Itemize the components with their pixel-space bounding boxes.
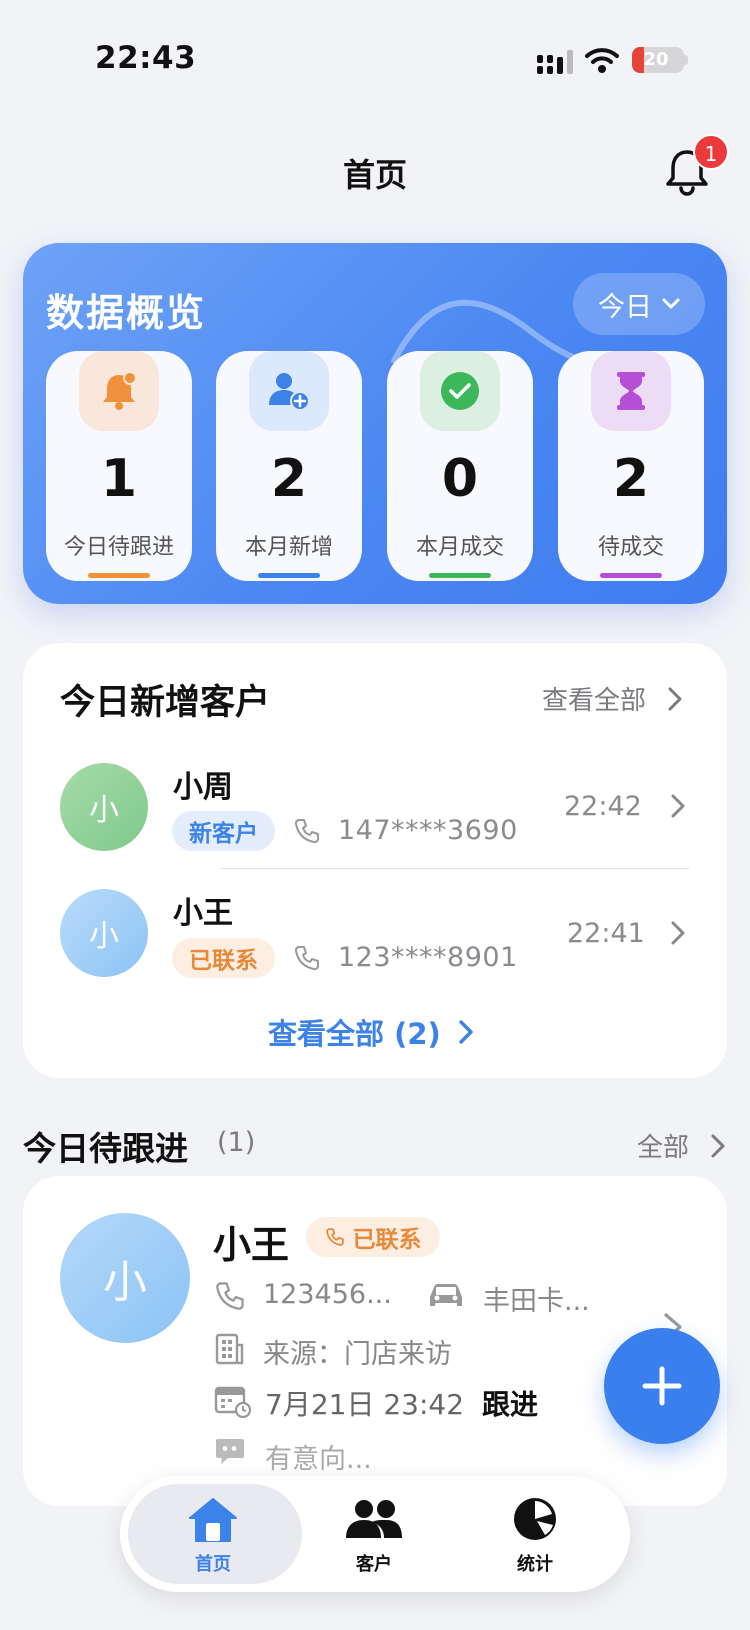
stat-card-month-new[interactable]: 2 本月新增 [216, 351, 362, 581]
status-badge: 新客户 [172, 811, 275, 851]
chevron-right-icon [668, 687, 682, 710]
users-icon [346, 1500, 402, 1538]
stat-label: 本月新增 [244, 535, 333, 560]
tab-statistics[interactable]: 统计 [475, 1494, 595, 1580]
stat-icon-bg [420, 351, 500, 431]
add-customer-fab[interactable] [604, 1328, 720, 1444]
view-all-label: 查看全部 (2) [268, 1017, 441, 1051]
pie-chart-icon [514, 1498, 556, 1540]
see-all-link[interactable]: 查看全部 [542, 680, 682, 717]
stat-card-pending-deal[interactable]: 2 待成交 [558, 351, 704, 581]
section-title: 今日新增客户 [60, 683, 271, 723]
follow-date: 7月21日 23:42 [265, 1388, 465, 1421]
phone-icon [325, 1228, 344, 1246]
overview-title: 数据概览 [46, 291, 207, 335]
view-all-customers-button[interactable]: 查看全部 (2) [268, 1011, 473, 1053]
follow-action-label[interactable]: 跟进 [482, 1383, 538, 1423]
status-badge: 已联系 [306, 1217, 440, 1257]
stat-card-today-follow[interactable]: 1 今日待跟进 [46, 351, 192, 581]
all-label: 全部 [637, 1133, 690, 1163]
date-range-value: 今日 [598, 291, 652, 323]
tab-label: 首页 [195, 1554, 231, 1575]
phone-icon [216, 1282, 244, 1310]
cellular-signal-icon [537, 50, 573, 74]
stat-icon-bg [591, 351, 671, 431]
stat-value: 2 [612, 449, 650, 509]
stat-accent-bar [429, 573, 491, 578]
see-all-label: 查看全部 [542, 686, 647, 716]
phone-icon [294, 819, 319, 844]
customer-name: 小王 [213, 1223, 290, 1267]
calendar-clock-icon [214, 1386, 252, 1418]
tab-label: 统计 [517, 1554, 553, 1575]
follow-up-count: (1) [217, 1127, 256, 1158]
hourglass-icon [617, 372, 645, 410]
notification-badge: 1 [693, 134, 729, 170]
status-time: 22:43 [95, 40, 197, 76]
tab-home[interactable]: 首页 [153, 1494, 273, 1580]
date-range-select[interactable]: 今日 [573, 273, 705, 335]
follow-up-all-link[interactable]: 全部 [637, 1127, 725, 1164]
customer-phone: 147****3690 [338, 815, 518, 846]
battery-indicator: 20 [632, 47, 688, 73]
row-divider [221, 868, 690, 869]
status-badge: 已联系 [172, 938, 275, 978]
chevron-right-icon [671, 921, 685, 945]
tab-label: 客户 [356, 1554, 392, 1575]
chevron-down-icon [662, 298, 680, 309]
building-icon [215, 1333, 244, 1365]
stat-value: 1 [100, 449, 138, 509]
stat-label: 今日待跟进 [63, 535, 174, 560]
phone-icon [294, 946, 319, 971]
customer-phone: 123****8901 [338, 942, 518, 973]
stat-label: 本月成交 [415, 535, 504, 560]
customer-name: 小周 [173, 770, 233, 805]
customer-car: 丰田卡... [483, 1286, 590, 1317]
avatar: 小 [60, 1213, 190, 1343]
stat-card-month-deal[interactable]: 0 本月成交 [387, 351, 533, 581]
chevron-right-icon [711, 1134, 725, 1157]
status-badge-label: 已联系 [352, 1227, 422, 1253]
avatar: 小 [60, 763, 148, 851]
stat-accent-bar [88, 573, 150, 578]
check-circle-icon [441, 372, 479, 410]
home-icon [189, 1498, 237, 1542]
wifi-icon [585, 48, 619, 73]
follow-note: 有意向... [265, 1444, 372, 1475]
chevron-right-icon [671, 794, 685, 818]
battery-level: 20 [643, 49, 669, 70]
plus-icon [642, 1366, 682, 1406]
comment-icon [216, 1439, 244, 1464]
customer-phone: 123456... [263, 1279, 392, 1310]
car-icon [430, 1284, 462, 1306]
chevron-right-icon [459, 1020, 473, 1044]
stat-accent-bar [600, 573, 662, 578]
stat-label: 待成交 [597, 535, 664, 560]
add-user-icon [269, 373, 310, 411]
customer-name: 小王 [173, 896, 233, 931]
follow-up-title: 今日待跟进 [23, 1129, 188, 1168]
customer-time: 22:41 [567, 918, 645, 949]
bell-icon [103, 371, 137, 410]
stat-icon-bg [249, 351, 329, 431]
customer-time: 22:42 [564, 791, 642, 822]
stat-value: 0 [441, 449, 479, 509]
stat-value: 2 [270, 449, 308, 509]
avatar: 小 [60, 889, 148, 977]
stat-accent-bar [258, 573, 320, 578]
customer-source: 来源：门店来访 [263, 1339, 452, 1370]
page-title: 首页 [342, 156, 407, 194]
tab-customers[interactable]: 客户 [314, 1494, 434, 1580]
stat-icon-bg [79, 351, 159, 431]
